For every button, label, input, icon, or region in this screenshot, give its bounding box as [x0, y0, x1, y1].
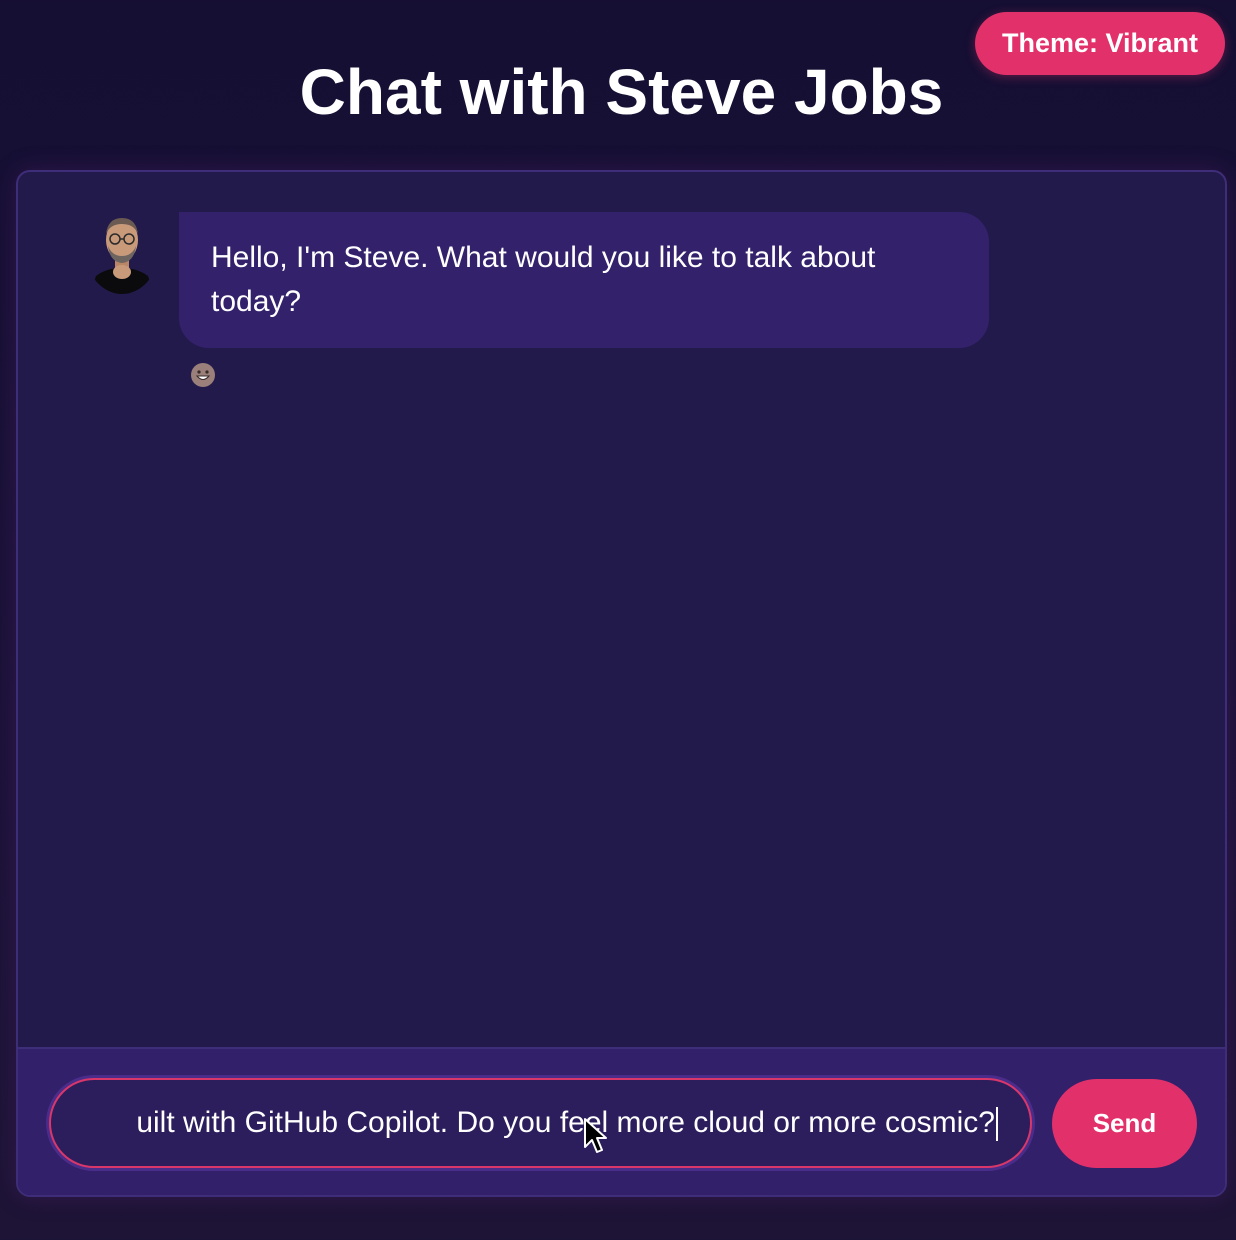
page-title: Chat with Steve Jobs [299, 56, 944, 128]
grinning-face-icon[interactable] [190, 362, 216, 388]
steve-avatar [86, 210, 158, 294]
message-input[interactable]: uilt with GitHub Copilot. Do you feel mo… [49, 1078, 1032, 1168]
steve-message-bubble: Hello, I'm Steve. What would you like to… [179, 212, 989, 348]
send-button[interactable]: Send [1052, 1079, 1197, 1168]
message-text: Hello, I'm Steve. What would you like to… [211, 241, 876, 318]
chat-panel: Hello, I'm Steve. What would you like to… [16, 170, 1227, 1197]
message-input-value: uilt with GitHub Copilot. Do you feel mo… [136, 1080, 998, 1166]
text-caret [996, 1107, 998, 1142]
message-list: Hello, I'm Steve. What would you like to… [18, 172, 1225, 1047]
steve-portrait-image [86, 210, 158, 294]
composer-bar: uilt with GitHub Copilot. Do you feel mo… [18, 1047, 1225, 1195]
